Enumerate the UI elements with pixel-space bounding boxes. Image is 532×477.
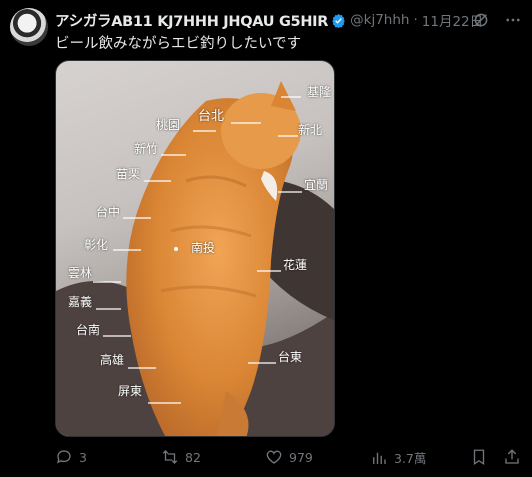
repost-icon xyxy=(162,450,178,464)
reply-button[interactable]: 3 xyxy=(55,448,87,466)
grok-icon[interactable] xyxy=(472,11,490,29)
tweet-header: アシガラAB11 KJ7HHH JHQAU G5HIR @kj7hhh · 11… xyxy=(55,10,522,30)
reply-count: 3 xyxy=(79,449,87,465)
heart-icon xyxy=(266,450,282,464)
user-handle[interactable]: @kj7hhh xyxy=(350,12,409,28)
reply-icon xyxy=(56,450,71,464)
bookmark-icon xyxy=(473,449,485,466)
separator-dot: · xyxy=(413,12,418,28)
label-kaohsiung: 高雄 xyxy=(100,353,125,367)
more-options-icon[interactable] xyxy=(504,11,522,29)
view-count: 3.7萬 xyxy=(394,451,427,466)
label-taichung: 台中 xyxy=(96,205,121,219)
label-keelung: 基隆 xyxy=(307,85,332,99)
repost-button[interactable]: 82 xyxy=(161,448,201,466)
share-button[interactable] xyxy=(503,448,521,466)
tweet-text: ビール飲みながらエビ釣りしたいです xyxy=(55,36,302,52)
share-icon xyxy=(505,449,519,464)
label-yunlin: 雲林 xyxy=(68,266,93,280)
label-taipei: 台北 xyxy=(198,109,225,124)
verified-badge-icon xyxy=(332,13,345,28)
label-hualien: 花蓮 xyxy=(283,258,308,272)
avatar[interactable] xyxy=(10,8,48,46)
views-chart-icon xyxy=(373,452,386,464)
like-button[interactable]: 979 xyxy=(265,448,313,466)
label-changhua: 彰化 xyxy=(84,238,109,252)
label-chiayi: 嘉義 xyxy=(68,295,93,309)
label-nantou: 南投 xyxy=(191,241,216,255)
repost-count: 82 xyxy=(185,449,201,465)
like-count: 979 xyxy=(289,449,313,465)
display-name[interactable]: アシガラAB11 KJ7HHH JHQAU G5HIR xyxy=(55,10,328,31)
label-miaoli: 苗栗 xyxy=(116,167,141,181)
label-tainan: 台南 xyxy=(76,323,101,337)
label-yilan: 宜蘭 xyxy=(304,178,329,192)
label-taoyuan: 桃園 xyxy=(156,118,181,132)
label-newtaipei: 新北 xyxy=(298,123,323,137)
bookmark-button[interactable] xyxy=(470,448,488,466)
label-pingtung: 屏東 xyxy=(118,384,143,398)
views-button[interactable]: 3.7萬 xyxy=(370,448,426,467)
label-taitung: 台東 xyxy=(278,350,303,364)
tweet-image[interactable]: 基隆 台北 桃園 新北 新竹 苗栗 宜蘭 台中 彰化 南投 花蓮 雲林 嘉義 台… xyxy=(55,60,335,437)
action-bar: 3 82 979 3.7萬 xyxy=(55,448,522,468)
label-hsinchu: 新竹 xyxy=(134,142,159,156)
